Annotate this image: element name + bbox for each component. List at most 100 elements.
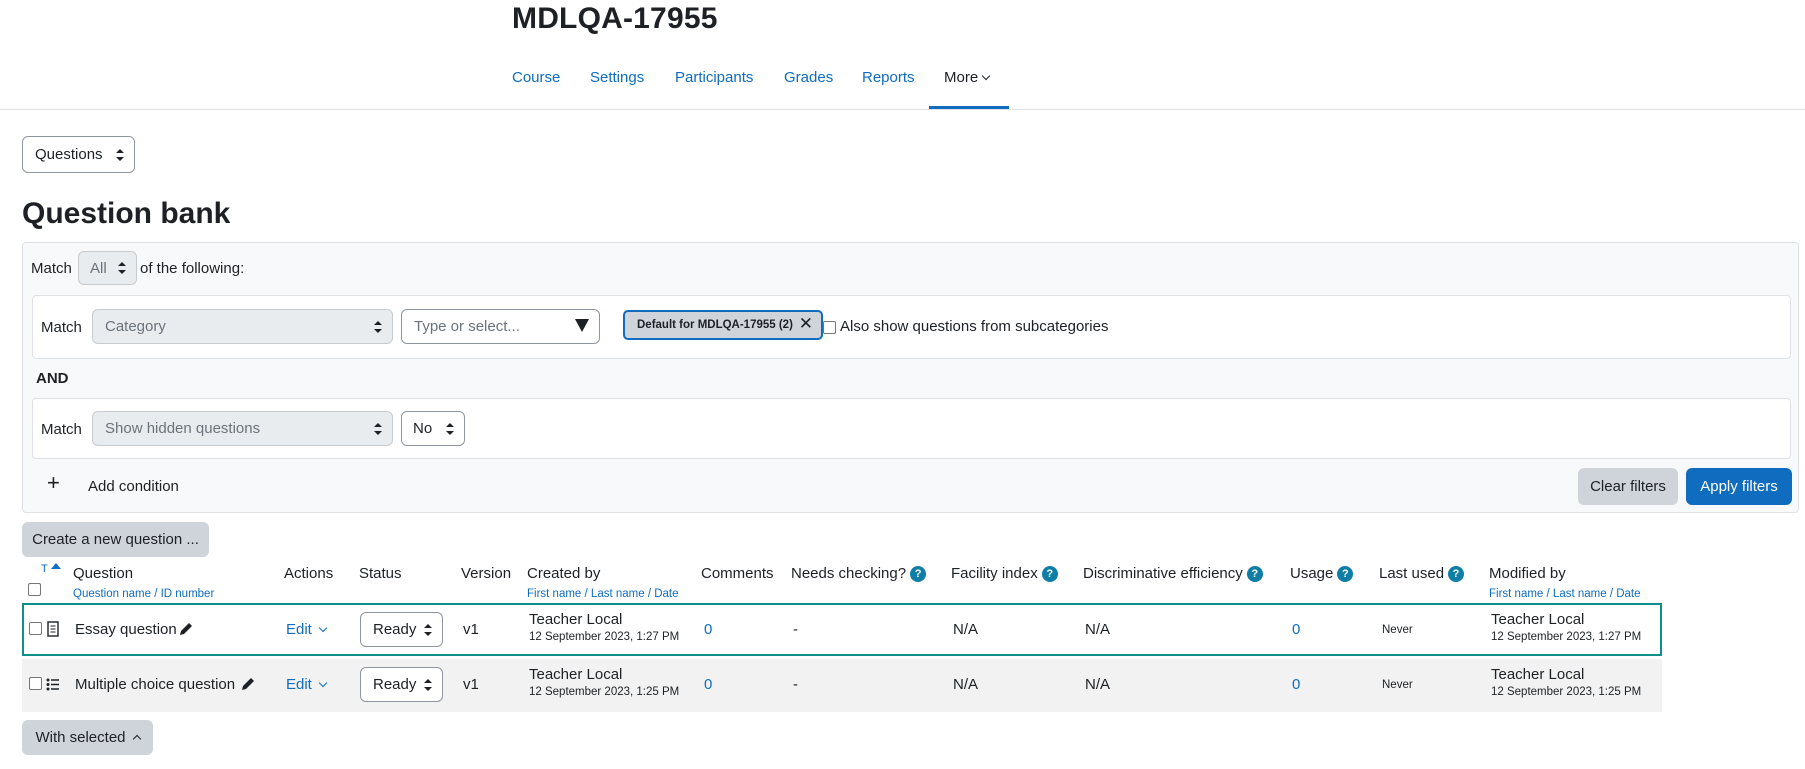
select-arrows-icon (374, 422, 382, 435)
filter-type-select[interactable]: Category (92, 309, 393, 344)
header-modified-sub: First name / Last name / Date (1489, 588, 1641, 600)
apply-filters-button[interactable]: Apply filters (1686, 468, 1792, 505)
edit-menu[interactable]: Edit (286, 621, 328, 638)
header-actions: Actions (284, 565, 334, 582)
header-last-used: Last used? (1379, 565, 1465, 582)
edit-menu-label: Edit (286, 676, 312, 693)
help-icon[interactable]: ? (1246, 566, 1263, 582)
course-title: MDLQA-17955 (512, 2, 718, 35)
header-comments[interactable]: Comments (701, 565, 774, 582)
sort-ascending-icon (51, 563, 61, 569)
help-icon[interactable]: ? (1448, 566, 1465, 582)
hidden-value: No (413, 420, 433, 437)
version-cell: v1 (463, 676, 479, 693)
subcategories-checkbox[interactable] (823, 321, 836, 334)
header-created-by: Created by (527, 565, 601, 582)
sort-created-first-name[interactable]: First name (527, 588, 581, 600)
match-all-select[interactable]: All (78, 251, 137, 285)
chevron-down-icon (318, 678, 328, 688)
hidden-value-select[interactable]: No (401, 411, 465, 446)
help-icon[interactable]: ? (910, 566, 927, 582)
filter-type-value: Show hidden questions (105, 420, 261, 437)
active-tab-indicator (929, 106, 1009, 109)
usage-link[interactable]: 0 (1292, 676, 1300, 693)
page-type-select[interactable]: Questions (22, 136, 135, 173)
clear-filters-button[interactable]: Clear filters (1578, 468, 1678, 505)
create-question-button[interactable]: Create a new question ... (22, 522, 209, 557)
chevron-up-icon (132, 734, 141, 743)
facility-index-cell: N/A (953, 621, 979, 638)
select-arrows-icon (116, 148, 124, 161)
header-status: Status (359, 565, 402, 582)
status-select-value: Ready (373, 621, 417, 638)
add-icon[interactable]: + (47, 472, 60, 494)
with-selected-button[interactable]: With selected (22, 720, 153, 755)
essay-question-icon (47, 621, 59, 637)
name-separator: / (581, 588, 591, 600)
comments-link[interactable]: 0 (704, 676, 712, 693)
created-date: 12 September 2023, 1:27 PM (529, 631, 680, 643)
status-select[interactable]: Ready (360, 667, 443, 702)
row-select-checkbox[interactable] (29, 622, 42, 635)
nav-reports[interactable]: Reports (862, 69, 915, 86)
pencil-icon[interactable] (178, 621, 194, 637)
add-condition-button[interactable]: Add condition (88, 478, 179, 495)
comments-link[interactable]: 0 (704, 621, 712, 638)
with-selected-label: With selected (35, 729, 126, 746)
filter-type-value: Category (105, 318, 166, 335)
status-select[interactable]: Ready (360, 612, 443, 647)
list-icon (46, 678, 59, 691)
usage-link[interactable]: 0 (1292, 621, 1300, 638)
sort-created-last-name[interactable]: Last name (591, 588, 645, 600)
filter-type-select[interactable]: Show hidden questions (92, 411, 393, 446)
discriminative-efficiency-cell: N/A (1085, 621, 1111, 638)
selected-category-pill[interactable]: Default for MDLQA-17955 (2) ✕ (623, 310, 823, 340)
status-select-value: Ready (373, 676, 417, 693)
nav-more[interactable]: More (944, 69, 991, 86)
chevron-down-icon (981, 71, 991, 81)
edit-menu[interactable]: Edit (286, 676, 328, 693)
page-type-select-value: Questions (35, 146, 103, 163)
modified-by-name: Teacher Local (1491, 666, 1585, 683)
of-following-label: of the following: (140, 260, 245, 277)
category-search-input[interactable]: Type or select... (401, 309, 600, 344)
header-last-used-label: Last used (1379, 565, 1445, 582)
sort-type-letter[interactable]: T (41, 563, 48, 575)
modified-by-name: Teacher Local (1491, 611, 1585, 628)
header-needs-checking-label: Needs checking? (791, 565, 907, 582)
header-question[interactable]: Question (73, 565, 133, 582)
question-name: Multiple choice question (75, 676, 236, 693)
sort-modified-last-name[interactable]: Last name (1553, 588, 1607, 600)
header-version: Version (461, 565, 512, 582)
created-by-name: Teacher Local (529, 666, 623, 683)
select-arrows-icon (424, 678, 432, 691)
created-by-name: Teacher Local (529, 611, 623, 628)
course-navbar: Course Settings Participants Grades Repo… (0, 60, 1805, 110)
header-question-sub: Question name / ID number (73, 588, 214, 600)
help-icon[interactable]: ? (1041, 566, 1058, 582)
close-icon[interactable]: ✕ (799, 314, 813, 334)
facility-index-cell: N/A (953, 676, 979, 693)
nav-course[interactable]: Course (512, 69, 560, 86)
row-select-checkbox[interactable] (29, 677, 42, 690)
name-separator: / (1543, 588, 1553, 600)
header-discriminative-efficiency: Discriminative efficiency? (1083, 565, 1263, 582)
nav-participants[interactable]: Participants (675, 69, 753, 86)
filter-row-match-label: Match (41, 319, 82, 336)
selected-category-label: Default for MDLQA-17955 (2) (637, 319, 793, 331)
sort-question-name[interactable]: Question name (73, 588, 151, 600)
sort-created-date[interactable]: Date (654, 588, 678, 600)
sort-modified-date[interactable]: Date (1616, 588, 1640, 600)
chevron-down-icon (318, 623, 328, 633)
nav-grades[interactable]: Grades (784, 69, 833, 86)
header-modified-by: Modified by (1489, 565, 1566, 582)
needs-checking-cell: - (793, 676, 798, 693)
pencil-icon[interactable] (240, 676, 256, 692)
help-icon[interactable]: ? (1337, 566, 1354, 582)
nav-settings[interactable]: Settings (590, 69, 644, 86)
sort-id-number[interactable]: ID number (161, 588, 215, 600)
select-all-checkbox[interactable] (28, 583, 41, 596)
name-separator: / (1606, 588, 1617, 600)
header-needs-checking: Needs checking?? (791, 565, 927, 582)
sort-modified-first-name[interactable]: First name (1489, 588, 1543, 600)
